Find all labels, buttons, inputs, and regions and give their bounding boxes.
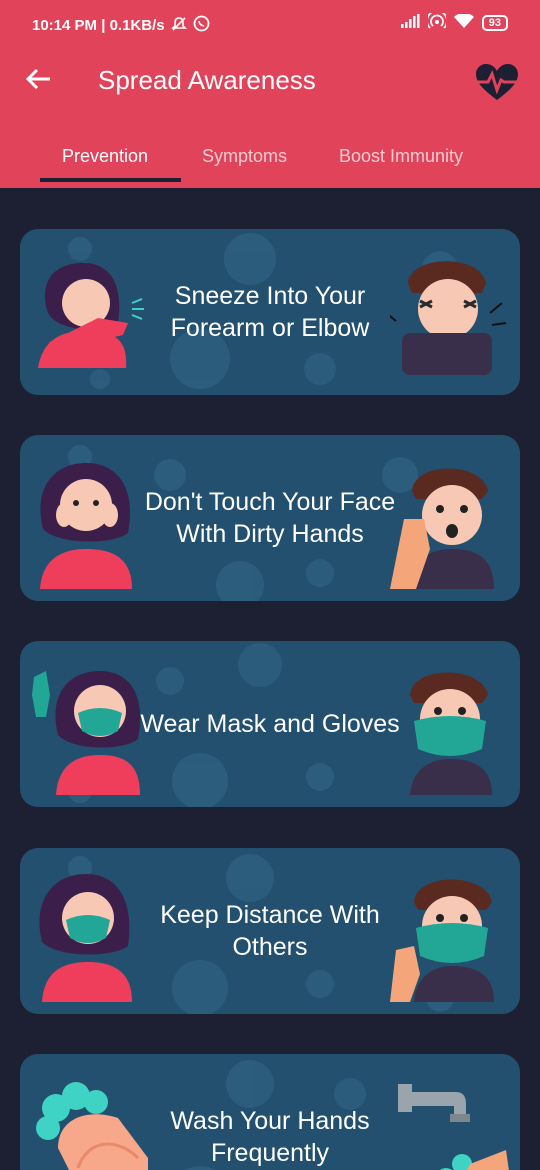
prevention-list[interactable]: Sneeze Into Your Forearm or Elbow Don't … bbox=[0, 188, 540, 1170]
card-title: Wear Mask and Gloves bbox=[140, 710, 400, 738]
signal-icon bbox=[400, 14, 420, 32]
card-title: Sneeze Into Your Forearm or Elbow bbox=[170, 282, 370, 342]
card-dont-touch-face[interactable]: Don't Touch Your Face With Dirty Hands bbox=[20, 435, 520, 601]
status-left: 10:14 PM | 0.1KB/s bbox=[32, 15, 210, 36]
sneezing-man-illustration bbox=[385, 243, 510, 383]
tab-symptoms[interactable]: Symptoms bbox=[202, 146, 287, 167]
status-right: 93 bbox=[400, 9, 508, 33]
tab-boost-immunity[interactable]: Boost Immunity bbox=[339, 146, 463, 167]
woman-with-mask-illustration bbox=[28, 655, 148, 795]
status-time: 10:14 PM | 0.1KB/s bbox=[32, 17, 165, 34]
card-title: Wash Your Hands Frequently bbox=[170, 1107, 370, 1167]
heart-pulse-icon bbox=[476, 64, 518, 100]
tab-indicator bbox=[40, 178, 181, 182]
card-keep-distance[interactable]: Keep Distance With Others bbox=[20, 848, 520, 1014]
health-button[interactable] bbox=[474, 62, 520, 102]
wifi-icon bbox=[453, 12, 474, 33]
mute-icon bbox=[170, 16, 187, 36]
battery-indicator: 93 bbox=[481, 15, 508, 31]
faucet-hands-illustration bbox=[390, 1068, 510, 1170]
app-bar: Spread Awareness Prevention Symptoms Boo… bbox=[0, 40, 540, 188]
card-title: Don't Touch Your Face With Dirty Hands bbox=[144, 488, 396, 548]
tab-prevention[interactable]: Prevention bbox=[62, 146, 148, 167]
card-wear-mask[interactable]: Wear Mask and Gloves bbox=[20, 641, 520, 807]
status-bar: 10:14 PM | 0.1KB/s 93 bbox=[0, 0, 540, 40]
back-arrow-icon bbox=[25, 68, 50, 90]
page-title: Spread Awareness bbox=[98, 65, 316, 95]
card-wash-hands[interactable]: Wash Your Hands Frequently bbox=[20, 1054, 520, 1170]
back-button[interactable] bbox=[22, 62, 56, 96]
hotspot-icon bbox=[425, 9, 448, 33]
man-touching-face-illustration bbox=[390, 449, 510, 589]
woman-touching-face-illustration bbox=[28, 449, 148, 589]
card-sneeze[interactable]: Sneeze Into Your Forearm or Elbow bbox=[20, 229, 520, 395]
man-with-mask-illustration bbox=[390, 655, 510, 795]
man-with-mask-illustration bbox=[390, 862, 510, 1002]
soapy-hands-illustration bbox=[28, 1068, 148, 1170]
sneezing-woman-illustration bbox=[28, 243, 148, 383]
whatsapp-icon bbox=[193, 15, 210, 36]
card-title: Keep Distance With Others bbox=[160, 901, 380, 961]
woman-with-mask-illustration bbox=[28, 862, 148, 1002]
